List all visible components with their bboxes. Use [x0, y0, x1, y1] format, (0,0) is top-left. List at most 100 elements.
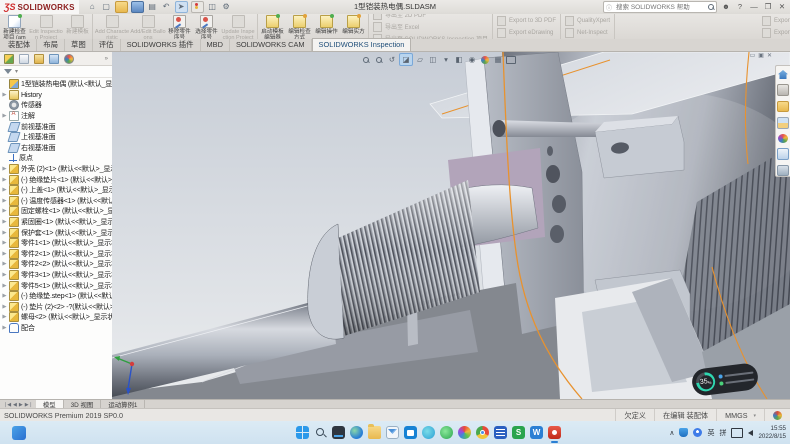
ribbon-button-edit-methods[interactable]: 编辑检查方式	[286, 14, 313, 39]
tree-item[interactable]: ▶零件5<1> (默认<<默认>_显示状态	[0, 280, 112, 291]
doc-restore-icon[interactable]: ▭	[750, 52, 756, 59]
display-style-icon[interactable]: ◧	[453, 54, 465, 65]
ribbon-button-edit-operations[interactable]: 编辑操作	[313, 14, 340, 39]
tray-display-icon[interactable]	[731, 428, 743, 438]
taskbar-search-icon[interactable]	[314, 426, 327, 439]
configuration-manager-tab-icon[interactable]	[34, 54, 44, 64]
file-explorer-icon[interactable]	[777, 101, 789, 112]
apply-scene-icon[interactable]: ▦	[492, 54, 504, 65]
first-tab-icon[interactable]: ❘◀	[3, 402, 11, 408]
tab-layout[interactable]: 布局	[37, 39, 65, 51]
model-canvas[interactable]	[112, 52, 790, 399]
restore-button[interactable]: ❐	[763, 1, 773, 13]
tree-item[interactable]: ▶注解	[0, 111, 112, 122]
s-app-icon[interactable]: S	[512, 426, 525, 439]
edit-appearance-icon[interactable]	[479, 54, 491, 65]
ribbon-button-add-edit-balloons[interactable]: Add/Edit Balloons	[130, 14, 166, 39]
reader-app-icon[interactable]	[494, 426, 507, 439]
search-input[interactable]	[614, 3, 706, 12]
doc-split-icon[interactable]: ▣	[758, 52, 764, 59]
custom-properties-icon[interactable]	[777, 148, 789, 159]
tree-item[interactable]: ▶(-) 温度传感器<1> (默认<<默认>_显	[0, 196, 112, 207]
ribbon-button-edit-vendors[interactable]: 编辑实方	[340, 14, 367, 39]
export-edrawing[interactable]: Export eDrawing	[497, 28, 556, 38]
ime-language-indicator[interactable]: 英	[707, 428, 714, 438]
pin-bore[interactable]	[493, 120, 506, 137]
hide-show-items-icon[interactable]: ◉	[466, 54, 478, 65]
export-3d-pdf[interactable]: Export to 3D PDF	[497, 16, 556, 26]
recorder-app-icon[interactable]	[548, 426, 561, 439]
ribbon-button-new-template[interactable]: 新建模板	[64, 14, 91, 39]
tray-location-icon[interactable]	[693, 428, 702, 437]
options-gear-icon[interactable]: ⚙	[221, 2, 232, 12]
tree-filter[interactable]: ▾	[0, 66, 112, 78]
tree-item[interactable]: ▶(-) 上盖<1> (默认<<默认>_显示状态	[0, 185, 112, 196]
start-button[interactable]	[296, 426, 309, 439]
tab-mbd[interactable]: MBD	[201, 39, 230, 51]
solidworks-resources-icon[interactable]	[778, 70, 788, 79]
green-app-icon[interactable]	[440, 426, 453, 439]
previous-view-icon[interactable]: ↺	[386, 54, 398, 65]
tree-item-mates[interactable]: ▶配合	[0, 323, 112, 334]
section-view-icon[interactable]: ◪	[399, 53, 413, 66]
tray-clock[interactable]: 15:55 2022/8/15	[758, 425, 786, 439]
panel-tabs-overflow-icon[interactable]: »	[105, 56, 108, 62]
flange-slot[interactable]	[547, 146, 553, 156]
tree-item[interactable]: ▶History	[0, 90, 112, 101]
chrome-icon[interactable]	[476, 426, 489, 439]
export-excel[interactable]: 导出至 Excel	[373, 22, 488, 32]
solidworks-logo[interactable]: ƷS SOLIDWORKS	[0, 0, 79, 14]
help-search-box[interactable]: ⓘ	[603, 1, 717, 13]
view-settings-icon[interactable]	[505, 54, 517, 65]
task-view-icon[interactable]	[332, 426, 345, 439]
export-edrawing-overflow[interactable]: Export eDrawing	[762, 28, 790, 38]
ribbon-button-edit-inspection[interactable]: Edit Inspection Project	[28, 14, 64, 39]
tab-inspection[interactable]: SOLIDWORKS Inspection	[312, 38, 412, 51]
undo-icon[interactable]: ↶	[161, 2, 172, 12]
home-icon[interactable]: ⌂	[87, 2, 98, 12]
property-manager-tab-icon[interactable]	[19, 54, 29, 64]
ribbon-button-update-inspection[interactable]: Update Inspection Project	[220, 14, 256, 39]
performance-icon[interactable]	[191, 1, 204, 13]
wps-icon[interactable]: W	[530, 426, 543, 439]
close-button[interactable]: ✕	[777, 1, 787, 13]
tree-item[interactable]: ▶(-) 绝缘垫.step<1> (默认<<默认>	[0, 291, 112, 302]
minimize-button[interactable]: —	[749, 1, 759, 13]
edge-icon[interactable]	[350, 426, 363, 439]
flange-hole[interactable]	[550, 225, 564, 243]
graphics-viewport[interactable]: ↺ ◪ ▱ ◫ ▾ ◧ ◉ ▦ ▭ ▣ ✕	[112, 52, 790, 399]
flange-hole[interactable]	[546, 165, 560, 183]
file-explorer-taskbar-icon[interactable]	[368, 426, 381, 439]
tree-item[interactable]: ▶零件3<1> (默认<<默认>_显示状态	[0, 270, 112, 281]
net-inspect[interactable]: Net-Inspect	[565, 28, 610, 38]
quality-xpert[interactable]: QualityXpert	[565, 16, 610, 26]
tree-item[interactable]: ▶零件1<1> (默认<<默认>_显示状态	[0, 238, 112, 249]
save-icon[interactable]	[131, 1, 144, 13]
print-icon[interactable]: ▤	[147, 2, 158, 12]
appearances-scenes-icon[interactable]	[778, 134, 788, 143]
next-tab-icon[interactable]: ▶	[19, 402, 23, 408]
display-settings-icon[interactable]: ◫	[207, 2, 218, 12]
tree-item[interactable]: ▶零件2<1> (默认<<默认>_显示状态	[0, 249, 112, 260]
tab-addins[interactable]: SOLIDWORKS 插件	[121, 39, 201, 51]
new-document-icon[interactable]: ▢	[101, 2, 112, 12]
display-manager-tab-icon[interactable]	[64, 54, 74, 64]
caret-icon[interactable]: ▾	[440, 54, 452, 65]
prev-tab-icon[interactable]: ◀	[13, 402, 17, 408]
pinwheel-browser-icon[interactable]	[458, 426, 471, 439]
tab-sketch[interactable]: 草图	[65, 39, 93, 51]
tree-item[interactable]: ▶螺母<2> (默认<<默认>_显示状态	[0, 312, 112, 323]
feature-tree-tab-icon[interactable]	[4, 54, 14, 64]
ribbon-button-select-balloons[interactable]: 选择零件序号	[193, 14, 220, 39]
dimxpert-tab-icon[interactable]	[49, 54, 59, 64]
tree-item[interactable]: ▶零件2<2> (默认<<默认>_显示状态	[0, 259, 112, 270]
tree-item[interactable]: ▶保护套<1> (默认<<默认>_显示状态	[0, 227, 112, 238]
tree-item[interactable]: ▶外壳 (2)<1> (默认<<默认>_显示状态	[0, 164, 112, 175]
tray-volume-icon[interactable]	[748, 430, 753, 436]
view-palette-icon[interactable]	[777, 117, 789, 128]
flange-hole[interactable]	[552, 195, 566, 213]
doc-close-icon[interactable]: ✕	[767, 52, 772, 59]
export-3d-pdf-overflow[interactable]: Export to 3D PDF	[762, 16, 790, 26]
store-icon[interactable]	[404, 426, 417, 439]
zoom-area-icon[interactable]	[373, 54, 385, 65]
